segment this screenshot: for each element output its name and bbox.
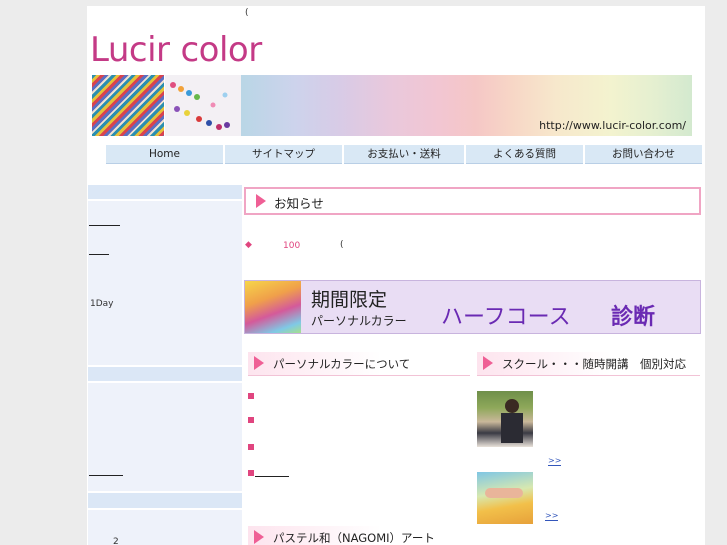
sidebar-header-2	[88, 367, 242, 381]
logo-sub: color	[180, 30, 262, 70]
nav-payment[interactable]: お支払い・送料	[344, 145, 464, 164]
art-more-link[interactable]: >>	[545, 511, 559, 521]
news-diamond-icon: ◆	[245, 240, 252, 250]
sidebar-link-1[interactable]	[89, 225, 120, 226]
nav-contact[interactable]: お問い合わせ	[585, 145, 702, 164]
promo-subtitle: パーソナルカラー	[311, 314, 407, 328]
teacher-head-icon	[505, 399, 519, 413]
sidebar-link-2[interactable]	[89, 254, 109, 255]
site-url[interactable]: http://www.lucir-color.com/	[539, 119, 686, 132]
promo-banner[interactable]: 期間限定 パーソナルカラー ハーフコース 診断	[244, 280, 701, 334]
fabric-image	[245, 281, 301, 333]
news-paren: (	[340, 240, 344, 250]
art-photo-image[interactable]	[477, 472, 533, 524]
personal-color-header: パーソナルカラーについて	[248, 352, 470, 376]
personal-color-link[interactable]	[255, 476, 289, 477]
list-bullet-icon	[248, 393, 254, 399]
color-dots-icon	[170, 82, 230, 130]
pink-arrow-icon	[256, 194, 266, 208]
nav-sitemap[interactable]: サイトマップ	[225, 145, 342, 164]
sidebar-number: 2	[113, 537, 119, 545]
promo-course: ハーフコース	[441, 305, 571, 330]
nav-faq[interactable]: よくある質問	[466, 145, 583, 164]
pink-arrow-icon	[483, 356, 493, 370]
page: ( Lucir color http://www.lucir-color.com…	[87, 6, 705, 545]
fabric-photo-image	[92, 75, 164, 136]
pastel-header: パステル和（NAGOMI）アート	[248, 526, 470, 545]
list-bullet-icon	[248, 470, 254, 476]
sidebar-block-3	[88, 510, 242, 545]
header-top-mark: (	[245, 8, 249, 18]
pink-arrow-icon	[254, 356, 264, 370]
promo-diagnosis: 診断	[611, 305, 656, 330]
news-count: 100	[283, 241, 301, 251]
pastel-title: パステル和（NAGOMI）アート	[273, 531, 435, 545]
school-photo-image[interactable]	[477, 391, 533, 447]
sidebar-oneday: 1Day	[90, 299, 114, 309]
sidebar-header-3	[88, 493, 242, 508]
sidebar-header-1	[88, 185, 242, 199]
nav-home[interactable]: Home	[106, 145, 223, 164]
school-title: スクール・・・随時開講 個別対応	[502, 357, 686, 371]
teacher-body-icon	[501, 413, 523, 443]
list-bullet-icon	[248, 444, 254, 450]
site-logo[interactable]: Lucir color	[90, 30, 262, 70]
list-bullet-icon	[248, 417, 254, 423]
personal-color-title: パーソナルカラーについて	[273, 357, 411, 371]
hand-icon	[485, 488, 523, 498]
school-more-link[interactable]: >>	[548, 456, 562, 466]
logo-main: Lucir	[90, 30, 170, 70]
school-header: スクール・・・随時開講 個別対応	[477, 352, 700, 376]
color-chips-image	[165, 75, 241, 136]
news-title: お知らせ	[274, 196, 324, 211]
promo-title: 期間限定	[311, 289, 388, 311]
sidebar-link-3[interactable]	[89, 475, 123, 476]
pink-arrow-icon	[254, 530, 264, 544]
news-header: お知らせ	[244, 187, 701, 215]
header-banner: http://www.lucir-color.com/	[92, 75, 692, 136]
